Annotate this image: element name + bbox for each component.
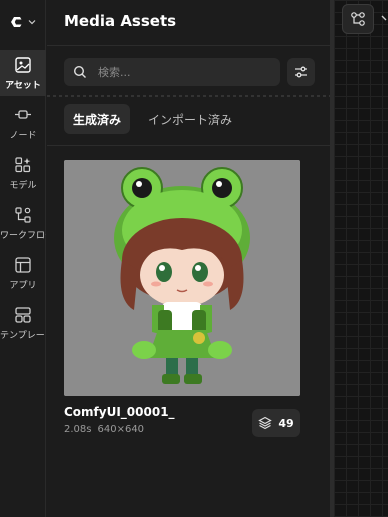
sidebar-item-label: ワークフロー (0, 231, 46, 241)
workflow-canvas[interactable] (334, 0, 388, 517)
app-icon (15, 257, 31, 273)
asset-meta: 2.08s 640×640 (64, 424, 150, 435)
filter-settings-button[interactable] (287, 58, 315, 86)
asset-stack-count-button[interactable]: 49 (252, 409, 300, 437)
dotted-divider (47, 95, 330, 97)
comfy-logo-icon (11, 17, 22, 27)
sidebar-item-templates[interactable]: テンプレート (0, 300, 46, 346)
partial-toolbar-icon[interactable] (380, 8, 388, 28)
model-icon (15, 157, 31, 173)
left-rail: アセット ノード モデル ワークフロ アプリ テンプレー (0, 0, 46, 517)
sidebar-item-nodes[interactable]: ノード (0, 100, 46, 146)
app-logo-menu[interactable] (8, 10, 42, 34)
panel-title: Media Assets (64, 12, 177, 30)
sidebar-item-models[interactable]: モデル (0, 150, 46, 196)
workflow-icon (15, 207, 31, 223)
template-icon (15, 307, 31, 323)
node-icon (15, 110, 31, 119)
asset-thumbnail[interactable] (64, 160, 300, 396)
chevron-down-icon (28, 20, 36, 25)
asset-count: 49 (278, 416, 294, 430)
tab-imported[interactable]: インポート済み (139, 104, 241, 134)
tabs-divider (47, 145, 330, 146)
image-icon (15, 57, 31, 73)
media-assets-panel: Media Assets 検索... 生成済み インポート済み ComfyUI_… (47, 0, 330, 517)
app-root: アセット ノード モデル ワークフロ アプリ テンプレー Media Asset… (0, 0, 388, 517)
asset-name: ComfyUI_00001_ (64, 405, 175, 419)
sidebar-item-label: ノード (9, 131, 37, 141)
search-icon (73, 65, 86, 78)
sidebar-item-label: アセット (5, 81, 41, 91)
asset-resolution: 640×640 (97, 424, 145, 435)
sidebar-item-label: テンプレート (0, 331, 46, 341)
asset-duration: 2.08s (64, 424, 92, 435)
graph-icon (351, 12, 365, 26)
sidebar-item-label: モデル (9, 181, 37, 191)
chibi-frog-girl-image (64, 160, 300, 396)
sliders-icon (295, 66, 307, 78)
tab-generated[interactable]: 生成済み (64, 104, 131, 134)
header-divider (47, 45, 330, 46)
sidebar-item-label: アプリ (9, 281, 37, 291)
sidebar-item-assets[interactable]: アセット (0, 50, 46, 96)
sidebar-item-workflows[interactable]: ワークフロー (0, 200, 46, 246)
sidebar-item-apps[interactable]: アプリ (0, 250, 46, 296)
layers-icon (258, 416, 273, 430)
search-placeholder: 検索... (98, 66, 131, 79)
workflow-graph-button[interactable] (342, 4, 374, 34)
search-input[interactable]: 検索... (64, 58, 280, 86)
